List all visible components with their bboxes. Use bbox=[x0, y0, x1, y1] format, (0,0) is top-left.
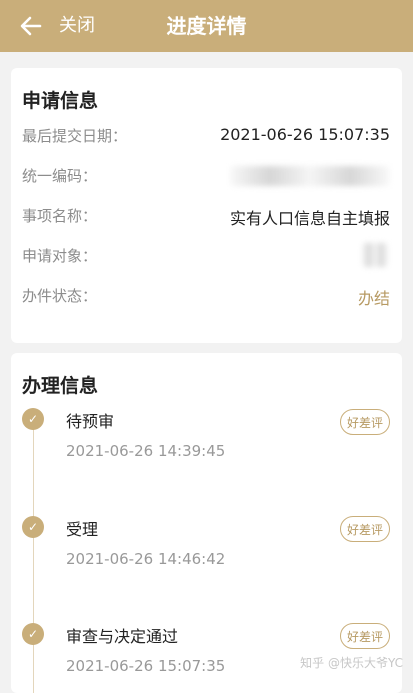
unified-code-redacted bbox=[230, 166, 390, 186]
check-icon: ✓ bbox=[22, 408, 44, 430]
case-status-value: 办结 bbox=[357, 289, 390, 308]
timeline-line bbox=[33, 419, 34, 693]
step-time: 2021-06-26 15:07:35 bbox=[66, 657, 226, 675]
last-submit-date-value: 2021-06-26 15:07:35 bbox=[220, 125, 390, 144]
step-time: 2021-06-26 14:46:42 bbox=[66, 550, 226, 568]
case-status-label: 办件状态： bbox=[22, 287, 98, 305]
check-icon: ✓ bbox=[22, 623, 44, 645]
last-submit-date-label: 最后提交日期： bbox=[22, 127, 128, 145]
page-title: 进度详情 bbox=[166, 14, 247, 38]
top-bar: 关闭 进度详情 bbox=[0, 0, 413, 52]
unified-code-label: 统一编码： bbox=[22, 167, 98, 185]
application-info-title: 申请信息 bbox=[22, 90, 99, 112]
item-name-label: 事项名称： bbox=[22, 207, 98, 225]
applicant-redacted bbox=[362, 243, 388, 267]
watermark: 知乎 @快乐大爷YC bbox=[300, 656, 403, 670]
applicant-label: 申请对象： bbox=[22, 247, 98, 265]
rate-button[interactable]: 好差评 bbox=[340, 623, 390, 649]
step-name: 受理 bbox=[66, 520, 99, 539]
process-info-title: 办理信息 bbox=[22, 375, 99, 397]
check-icon: ✓ bbox=[22, 516, 44, 538]
rate-button[interactable]: 好差评 bbox=[340, 516, 390, 542]
step-name: 审查与决定通过 bbox=[66, 627, 179, 646]
application-info-card: 申请信息 最后提交日期： 2021-06-26 15:07:35 统一编码： 事… bbox=[11, 68, 402, 343]
process-info-card: 办理信息 ✓ 待预审 2021-06-26 14:39:45 好差评 ✓ 受理 … bbox=[11, 353, 402, 693]
step-time: 2021-06-26 14:39:45 bbox=[66, 442, 226, 460]
step-name: 待预审 bbox=[66, 412, 115, 431]
item-name-value: 实有人口信息自主填报 bbox=[229, 209, 390, 228]
rate-button[interactable]: 好差评 bbox=[340, 409, 390, 435]
